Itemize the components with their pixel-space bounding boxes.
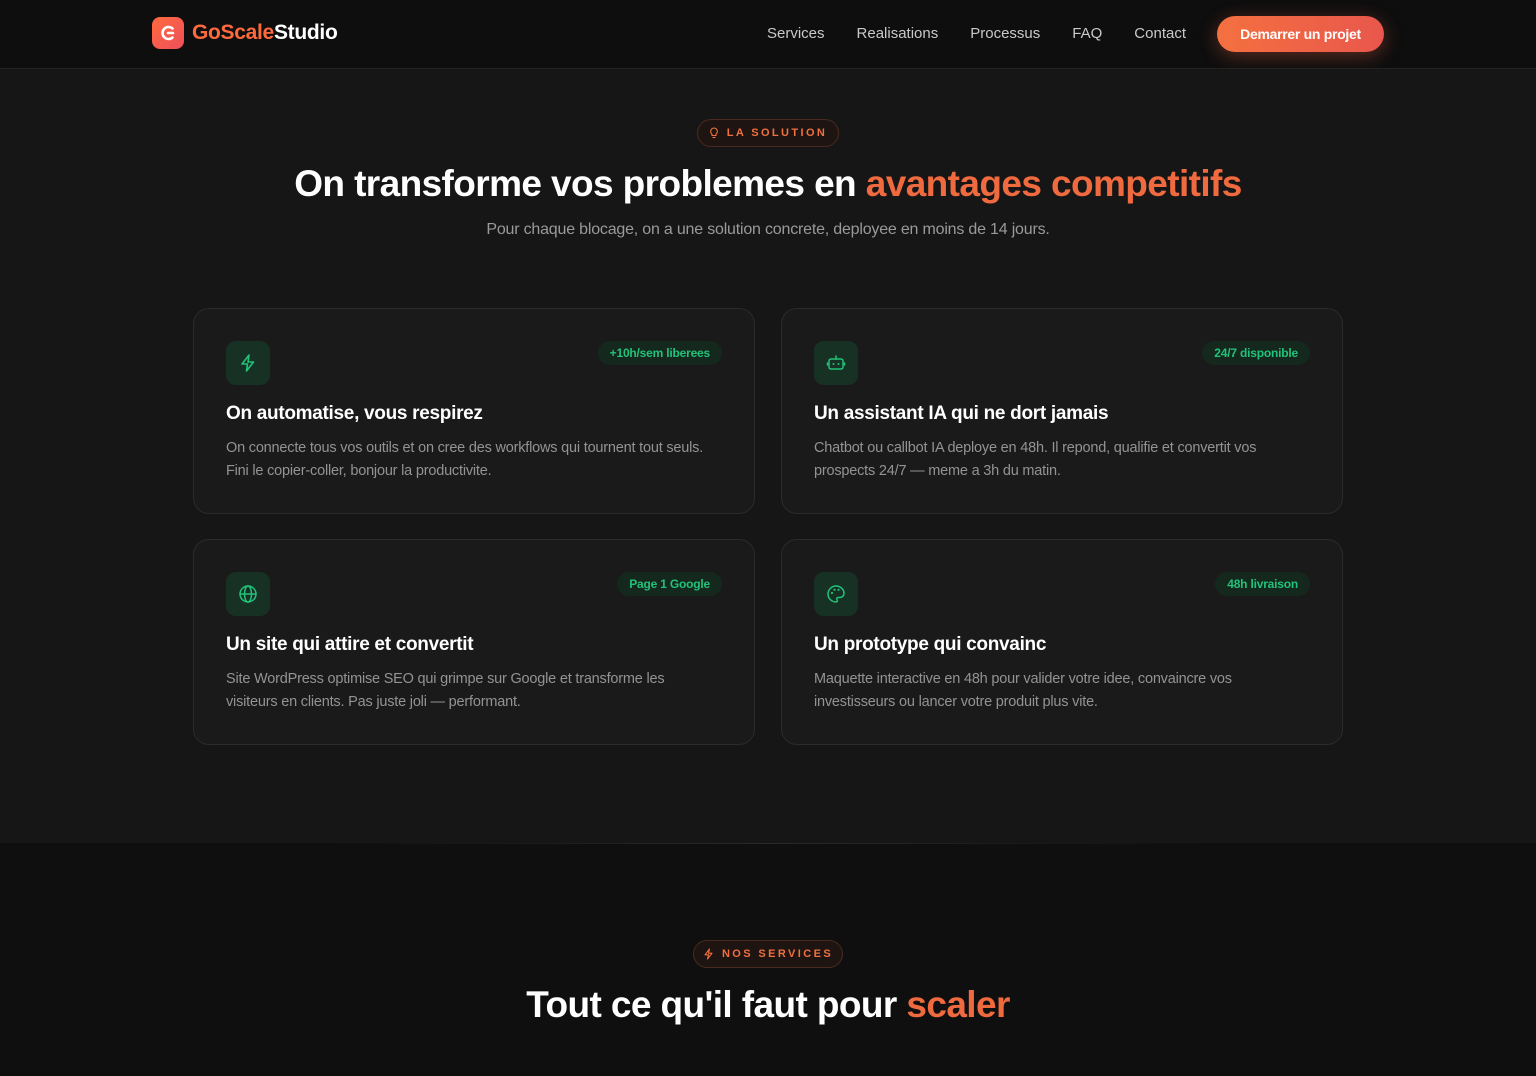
globe-icon	[226, 572, 270, 616]
solution-subtitle: Pour chaque blocage, on a une solution c…	[486, 221, 1050, 238]
card-badge: Page 1 Google	[617, 572, 722, 596]
nav-link-contact[interactable]: Contact	[1134, 24, 1186, 44]
brand-name-part1: GoScale	[192, 21, 274, 44]
solution-pill: LA SOLUTION	[697, 119, 839, 147]
brand-logo[interactable]: GoScaleStudio	[152, 17, 338, 49]
brand-name-part2: Studio	[273, 21, 338, 44]
services-title-accent: scaler	[906, 984, 1010, 1025]
solution-card-ai-assistant: 24/7 disponible Un assistant IA qui ne d…	[781, 308, 1343, 514]
nav-links: Services Realisations Processus FAQ Cont…	[767, 24, 1218, 44]
brand-name: GoScaleStudio	[192, 21, 338, 45]
lightbulb-icon	[709, 127, 718, 139]
solution-card-automation: +10h/sem liberees On automatise, vous re…	[193, 308, 755, 514]
lightning-icon	[704, 948, 713, 960]
lightning-icon	[226, 341, 270, 385]
nav-link-processus[interactable]: Processus	[970, 24, 1040, 44]
nav-link-realisations[interactable]: Realisations	[857, 24, 939, 44]
card-title: Un assistant IA qui ne dort jamais	[814, 403, 1109, 424]
palette-icon	[814, 572, 858, 616]
solution-pill-label: LA SOLUTION	[726, 127, 828, 139]
card-badge: 48h livraison	[1215, 572, 1310, 596]
solution-section: LA SOLUTION On transforme vos problemes …	[0, 69, 1536, 843]
card-badge: +10h/sem liberees	[597, 341, 722, 365]
top-nav: GoScaleStudio Services Realisations Proc…	[0, 0, 1536, 69]
start-project-button[interactable]: Demarrer un projet	[1217, 16, 1384, 52]
card-description: Site WordPress optimise SEO qui grimpe s…	[226, 671, 665, 710]
bot-icon	[814, 341, 858, 385]
services-section: NOS SERVICES Tout ce qu'il faut pour sca…	[0, 843, 1536, 1076]
card-title: Un site qui attire et convertit	[226, 634, 474, 655]
solution-card-website: Page 1 Google Un site qui attire et conv…	[193, 539, 755, 745]
services-title: Tout ce qu'il faut pour scaler	[0, 982, 1536, 1028]
services-pill-label: NOS SERVICES	[721, 948, 834, 960]
card-description: Chatbot ou callbot IA deploye en 48h. Il…	[814, 440, 1257, 479]
card-title: On automatise, vous respirez	[226, 403, 483, 424]
services-pill: NOS SERVICES	[693, 940, 843, 968]
card-title: Un prototype qui convainc	[814, 634, 1047, 655]
card-description: Maquette interactive en 48h pour valider…	[814, 671, 1232, 710]
nav-link-services[interactable]: Services	[767, 24, 825, 44]
logo-mark-icon	[152, 17, 184, 49]
solution-card-prototype: 48h livraison Un prototype qui convainc …	[781, 539, 1343, 745]
nav-link-faq[interactable]: FAQ	[1072, 24, 1102, 44]
card-description: On connecte tous vos outils et on cree d…	[226, 440, 704, 479]
card-badge: 24/7 disponible	[1202, 341, 1310, 365]
section-divider	[330, 843, 1206, 844]
services-title-main: Tout ce qu'il faut pour	[526, 984, 907, 1025]
solution-title: On transforme vos problemes en avantages…	[0, 161, 1536, 207]
solution-title-accent: avantages competitifs	[865, 163, 1243, 204]
solution-title-main: On transforme vos problemes en	[294, 163, 866, 204]
